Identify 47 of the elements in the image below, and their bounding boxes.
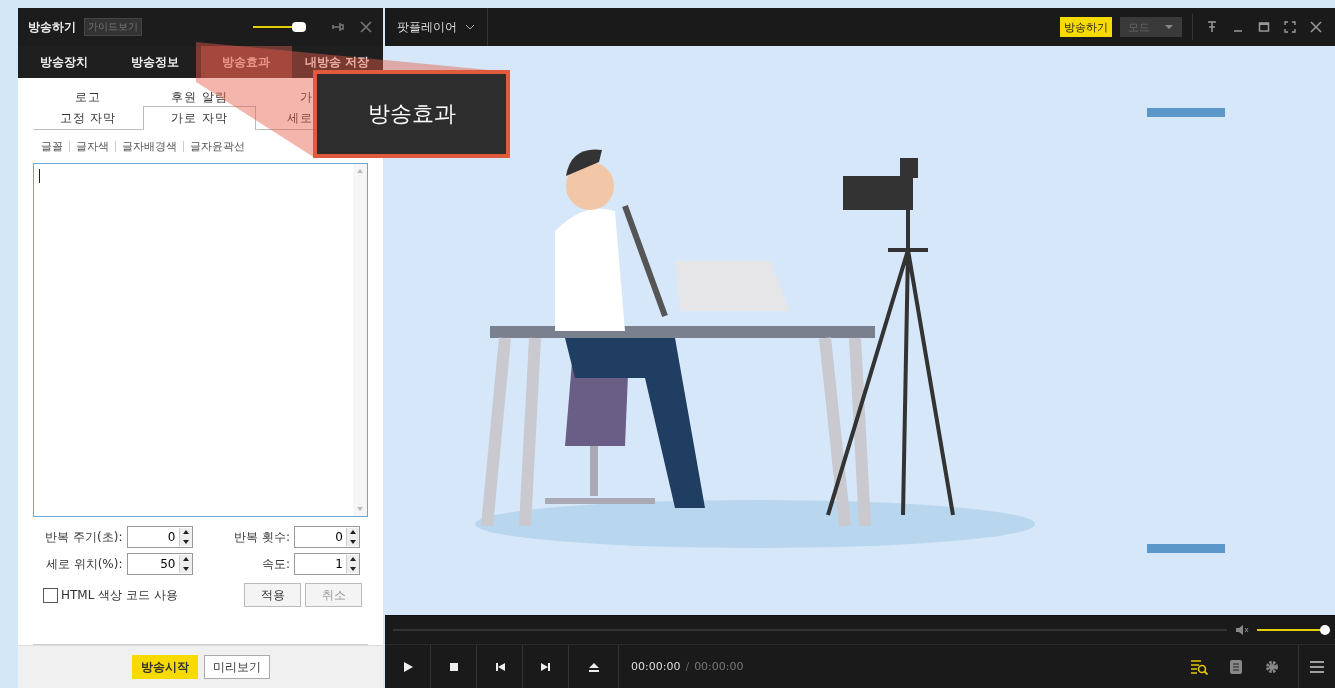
field-label: 반복 횟수: bbox=[234, 528, 290, 546]
format-button[interactable]: 글꼴 bbox=[41, 138, 63, 154]
playlist-search-icon[interactable] bbox=[1190, 658, 1208, 675]
field-label: 속도: bbox=[261, 555, 290, 573]
chevron-down-icon bbox=[465, 23, 475, 31]
callout-label: 방송효과 bbox=[313, 70, 510, 158]
number-spinner[interactable]: 50 bbox=[126, 553, 193, 575]
footer-button[interactable]: 방송시작 bbox=[131, 655, 198, 679]
stop-icon bbox=[447, 660, 460, 673]
total-time: 00:00:00 bbox=[694, 660, 744, 673]
sub-tab[interactable]: 후원 알림 bbox=[143, 88, 256, 106]
sub-tab[interactable]: 가로 자막 bbox=[143, 106, 256, 130]
field-label: 반복 주기(초): bbox=[45, 528, 123, 546]
form-button[interactable]: 적용 bbox=[244, 583, 301, 607]
maximize-icon[interactable] bbox=[1257, 20, 1271, 34]
close-icon[interactable] bbox=[1309, 20, 1323, 34]
skip-forward-icon bbox=[539, 660, 552, 673]
main-tab[interactable]: 방송정보 bbox=[109, 46, 201, 78]
eject-icon bbox=[587, 660, 600, 673]
number-spinner[interactable]: 1 bbox=[294, 553, 360, 575]
settings-icon[interactable] bbox=[1264, 658, 1280, 675]
menu-icon[interactable] bbox=[1309, 659, 1325, 674]
pin-icon[interactable] bbox=[1205, 20, 1219, 34]
html-color-checkbox[interactable]: HTML 색상 코드 사용 bbox=[43, 586, 178, 604]
format-button[interactable]: 글자색 bbox=[76, 138, 109, 154]
format-button[interactable]: 글자윤곽선 bbox=[190, 138, 245, 154]
pin-icon[interactable] bbox=[331, 20, 345, 34]
skip-back-icon bbox=[493, 660, 506, 673]
number-spinner[interactable]: 0 bbox=[126, 526, 193, 548]
current-time: 00:00:00 bbox=[631, 660, 681, 673]
field-label: 세로 위치(%): bbox=[45, 555, 123, 573]
opacity-slider[interactable] bbox=[253, 22, 305, 32]
speaker-icon[interactable] bbox=[1235, 624, 1249, 636]
broadcast-button[interactable]: 방송하기 bbox=[1060, 17, 1112, 37]
footer-button[interactable]: 미리보기 bbox=[203, 655, 270, 679]
close-icon[interactable] bbox=[359, 20, 373, 34]
format-button[interactable]: 글자배경색 bbox=[122, 138, 177, 154]
fullscreen-icon[interactable] bbox=[1283, 20, 1297, 34]
sub-tab[interactable]: 로고 bbox=[33, 88, 143, 106]
volume-slider[interactable] bbox=[1257, 625, 1327, 635]
main-tab[interactable]: 방송장치 bbox=[18, 46, 110, 78]
document-icon[interactable] bbox=[1228, 658, 1244, 675]
time-separator: / bbox=[685, 660, 690, 673]
number-spinner[interactable]: 0 bbox=[294, 526, 360, 548]
caret-icon bbox=[1164, 24, 1174, 30]
play-icon bbox=[401, 660, 414, 673]
panel-title: 방송하기 bbox=[28, 18, 76, 36]
